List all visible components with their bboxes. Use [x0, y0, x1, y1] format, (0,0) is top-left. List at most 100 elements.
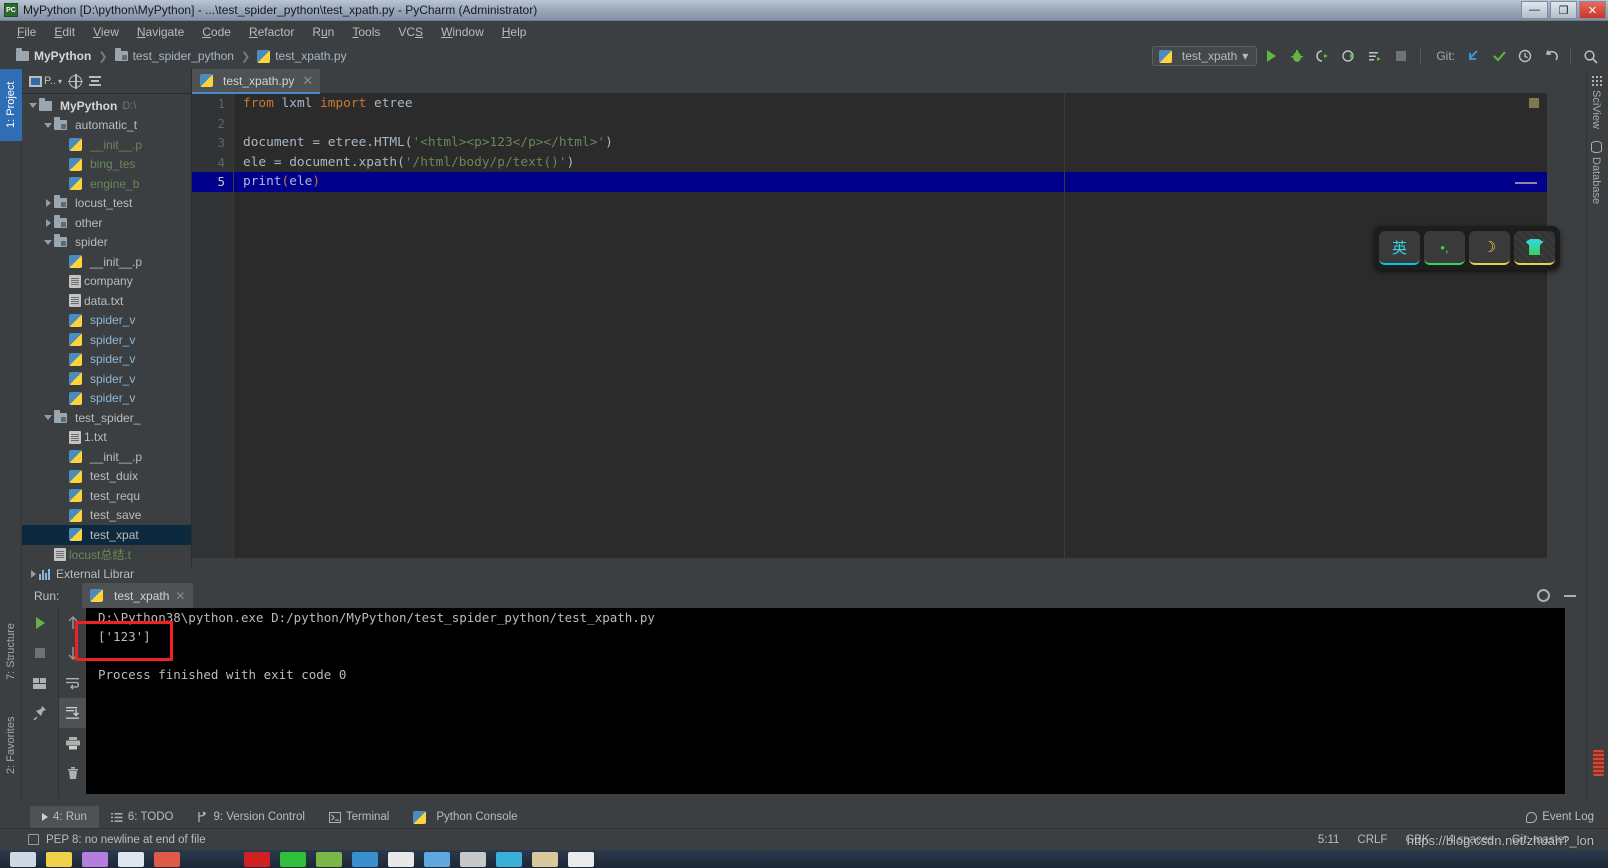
chevron-right-icon[interactable] [42, 217, 54, 229]
close-icon[interactable]: ✕ [302, 73, 313, 89]
close-button[interactable]: ✕ [1579, 1, 1606, 19]
tree-item[interactable]: locust总结.t [22, 545, 191, 565]
tree-item[interactable]: MyPython D:\ [22, 96, 191, 116]
git-update-button[interactable] [1461, 45, 1485, 67]
code-line[interactable]: document = etree.HTML('<html><p>123</p><… [234, 133, 1547, 153]
menu-run[interactable]: Run [303, 23, 343, 41]
maximize-button[interactable]: ❐ [1550, 1, 1577, 19]
chevron-down-icon[interactable] [42, 412, 54, 424]
hide-icon[interactable] [1564, 594, 1576, 597]
git-revert-button[interactable] [1539, 45, 1563, 67]
taskbar-item[interactable] [460, 851, 486, 867]
menu-view[interactable]: View [84, 23, 128, 41]
breadcrumb-folder[interactable]: test_spider_python [114, 48, 234, 63]
error-stripe-indicator[interactable] [1593, 750, 1604, 776]
clear-button[interactable] [59, 758, 86, 788]
taskbar-item[interactable] [496, 851, 522, 867]
tree-item[interactable]: test_save [22, 506, 191, 526]
menu-vcs[interactable]: VCS [389, 23, 432, 41]
ime-punctuation-toggle[interactable]: •, [1424, 231, 1465, 265]
tree-item[interactable]: data.txt [22, 291, 191, 311]
ime-language-toggle[interactable]: 英 [1379, 231, 1420, 265]
stop-process-button[interactable] [22, 638, 58, 668]
taskbar-item[interactable] [316, 851, 342, 867]
menu-code[interactable]: Code [193, 23, 240, 41]
breadcrumb-project[interactable]: MyPython [16, 48, 91, 63]
line-number[interactable]: 3 [192, 133, 233, 153]
stop-button[interactable] [1389, 45, 1413, 67]
locate-file-icon[interactable] [68, 73, 84, 89]
search-everywhere-button[interactable] [1578, 45, 1602, 67]
tree-item[interactable]: test_spider_ [22, 408, 191, 428]
project-view-selector[interactable]: P.. ▾ [29, 75, 62, 87]
run-console-output[interactable]: D:\Python38\python.exe D:/python/MyPytho… [86, 608, 1565, 794]
menu-help[interactable]: Help [493, 23, 536, 41]
code-line[interactable]: from lxml import etree [234, 94, 1547, 114]
code-line[interactable]: print(ele) [234, 172, 1547, 192]
ime-skin-theme[interactable] [1514, 231, 1555, 265]
debug-button[interactable] [1285, 45, 1309, 67]
chevron-down-icon[interactable] [27, 100, 39, 112]
caret-position[interactable]: 5:11 [1318, 834, 1340, 846]
git-history-button[interactable] [1513, 45, 1537, 67]
scroll-to-end-button[interactable] [59, 698, 86, 728]
line-number[interactable]: 1 [192, 94, 233, 114]
run-with-params-button[interactable] [1363, 45, 1387, 67]
run-coverage-button[interactable] [1311, 45, 1335, 67]
sidebar-item-favorites[interactable]: 2: Favorites [0, 699, 22, 791]
taskbar-item[interactable] [424, 851, 450, 867]
menu-navigate[interactable]: Navigate [128, 23, 193, 41]
editor-gutter[interactable]: 12345 [192, 94, 234, 558]
close-icon[interactable]: ✕ [175, 589, 185, 603]
tree-item[interactable]: spider_v [22, 389, 191, 409]
run-button[interactable] [1259, 45, 1283, 67]
tree-item[interactable]: engine_b [22, 174, 191, 194]
tree-item[interactable]: spider_v [22, 311, 191, 331]
run-tab[interactable]: test_xpath ✕ [82, 583, 194, 608]
tree-item[interactable]: other [22, 213, 191, 233]
sidebar-item-structure[interactable]: 7: Structure [0, 609, 22, 695]
tree-item[interactable]: __init__.p [22, 447, 191, 467]
tree-item[interactable]: spider_v [22, 369, 191, 389]
tree-item[interactable]: spider_v [22, 350, 191, 370]
editor-code-area[interactable]: from lxml import etree document = etree.… [234, 94, 1547, 558]
rerun-button[interactable] [22, 608, 58, 638]
taskbar-item[interactable] [10, 851, 36, 867]
tree-item[interactable]: spider_v [22, 330, 191, 350]
menu-window[interactable]: Window [432, 23, 493, 41]
pin-button[interactable] [22, 698, 58, 728]
code-line[interactable]: ele = document.xpath('/html/body/p/text(… [234, 153, 1547, 173]
tab-todo[interactable]: 6: TODO [99, 806, 186, 828]
tree-item[interactable]: 1.txt [22, 428, 191, 448]
code-line[interactable] [234, 114, 1547, 134]
minimize-button[interactable]: — [1521, 1, 1548, 19]
tree-item[interactable]: test_requ [22, 486, 191, 506]
editor-tab-test-xpath[interactable]: test_xpath.py ✕ [192, 69, 321, 94]
line-number[interactable]: 4 [192, 153, 233, 173]
taskbar-item[interactable] [388, 851, 414, 867]
profile-button[interactable] [1337, 45, 1361, 67]
tree-item[interactable]: locust_test [22, 194, 191, 214]
tab-python-console[interactable]: Python Console [401, 806, 529, 828]
tree-item[interactable]: test_duix [22, 467, 191, 487]
taskbar-item[interactable] [568, 851, 594, 867]
taskbar-item[interactable] [280, 851, 306, 867]
breadcrumb-file[interactable]: test_xpath.py [257, 49, 347, 63]
git-commit-button[interactable] [1487, 45, 1511, 67]
tree-item[interactable]: spider [22, 233, 191, 253]
chevron-right-icon[interactable] [27, 568, 39, 580]
soft-wrap-button[interactable] [59, 668, 86, 698]
tree-item[interactable]: __init__.p [22, 135, 191, 155]
project-tree[interactable]: MyPython D:\ automatic_t __init__.p bing_tes… [22, 94, 191, 584]
tree-item[interactable]: company [22, 272, 191, 292]
menu-tools[interactable]: Tools [343, 23, 389, 41]
chevron-right-icon[interactable] [42, 197, 54, 209]
tree-item[interactable]: __init__.p [22, 252, 191, 272]
ime-moon-mode[interactable]: ☽ [1469, 231, 1510, 265]
sidebar-item-database[interactable]: Database [1590, 135, 1602, 210]
tab-version-control[interactable]: 9: Version Control [185, 806, 316, 828]
menu-edit[interactable]: Edit [45, 23, 84, 41]
taskbar-item[interactable] [244, 851, 270, 867]
collapse-all-icon[interactable] [89, 75, 102, 87]
line-separator[interactable]: CRLF [1357, 834, 1387, 846]
